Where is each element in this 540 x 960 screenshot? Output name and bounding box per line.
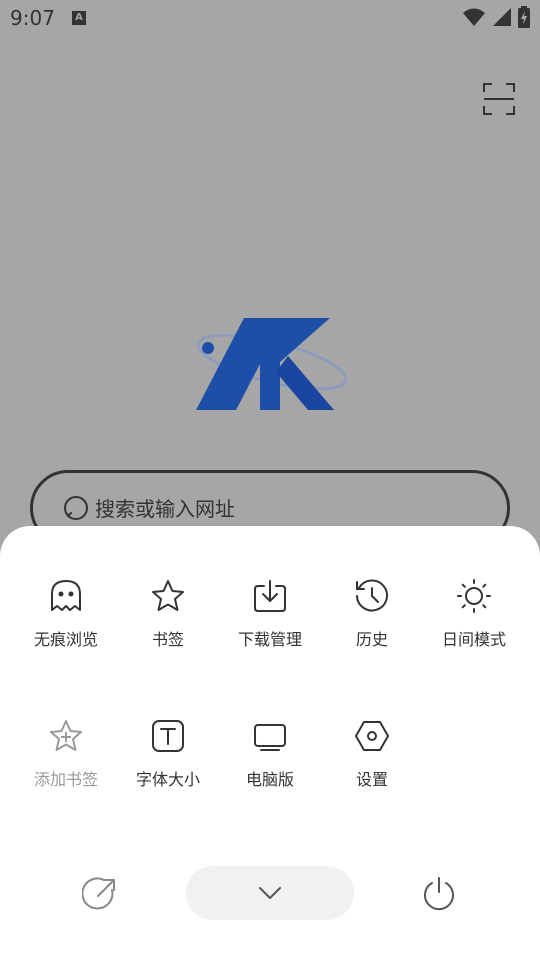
menu-label: 字体大小 bbox=[135, 770, 200, 789]
menu-settings[interactable]: 设置 bbox=[321, 718, 423, 790]
sun-icon bbox=[457, 579, 491, 613]
search-placeholder: 搜索或输入网址 bbox=[95, 497, 235, 521]
menu-label: 日间模式 bbox=[441, 630, 506, 649]
app-logo bbox=[196, 318, 348, 410]
star-plus-icon bbox=[50, 720, 82, 751]
download-icon bbox=[254, 580, 286, 612]
menu-label: 添加书签 bbox=[33, 770, 98, 789]
scan-qr-icon[interactable] bbox=[482, 82, 516, 116]
status-bar: 9:07 A bbox=[0, 0, 540, 36]
menu-add-bookmark[interactable]: 添加书签 bbox=[15, 718, 117, 790]
share-arrow-icon[interactable] bbox=[82, 876, 118, 912]
search-icon bbox=[64, 496, 88, 520]
history-icon bbox=[356, 579, 388, 612]
wifi-icon bbox=[463, 8, 485, 26]
menu-sheet: 无痕浏览 书签 下载管理 历史 日间模式 添加书签 字体大小 电脑版 设置 bbox=[0, 526, 540, 960]
menu-desktop-version[interactable]: 电脑版 bbox=[219, 718, 321, 790]
sheet-bottom-bar bbox=[0, 866, 540, 922]
status-icons bbox=[462, 6, 530, 28]
menu-label: 下载管理 bbox=[237, 630, 302, 649]
settings-hex-icon bbox=[355, 721, 389, 751]
ghost-icon bbox=[51, 580, 81, 611]
menu-label: 设置 bbox=[355, 770, 388, 789]
menu-day-mode[interactable]: 日间模式 bbox=[423, 578, 525, 650]
status-time: 9:07 bbox=[10, 6, 55, 30]
battery-icon bbox=[518, 6, 530, 28]
menu-font-size[interactable]: 字体大小 bbox=[117, 718, 219, 790]
power-icon[interactable] bbox=[421, 876, 457, 912]
menu-bookmarks[interactable]: 书签 bbox=[117, 578, 219, 650]
menu-label: 书签 bbox=[151, 630, 184, 649]
menu-label: 电脑版 bbox=[245, 770, 294, 789]
menu-history[interactable]: 历史 bbox=[321, 578, 423, 650]
menu-label: 历史 bbox=[355, 630, 388, 649]
menu-incognito[interactable]: 无痕浏览 bbox=[15, 578, 117, 650]
menu-downloads[interactable]: 下载管理 bbox=[219, 578, 321, 650]
collapse-menu-button[interactable] bbox=[186, 866, 354, 920]
chevron-down-icon bbox=[259, 887, 281, 899]
signal-icon bbox=[493, 8, 511, 26]
text-size-icon bbox=[152, 720, 184, 752]
notification-a-icon: A bbox=[72, 11, 86, 25]
menu-label: 无痕浏览 bbox=[33, 630, 98, 649]
desktop-icon bbox=[254, 724, 286, 751]
star-icon bbox=[152, 580, 184, 611]
